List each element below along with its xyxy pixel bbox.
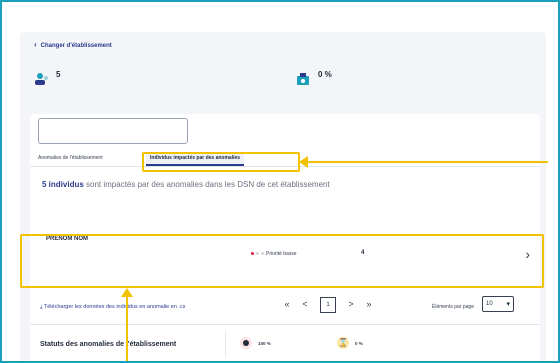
highlight-tab <box>142 152 300 172</box>
stat-percent: 0 % <box>297 70 332 85</box>
annotation-arrow-tab <box>302 161 548 163</box>
hourglass-icon: ⌛ <box>337 337 349 349</box>
screenshot-frame: ‹ Changer d'établissement 5 0 % Anomalies… <box>0 0 560 363</box>
next-page-button[interactable]: > <box>344 296 358 312</box>
last-page-button[interactable]: » <box>362 296 376 312</box>
annotation-arrow-row <box>126 296 128 361</box>
download-link[interactable]: ⤓ Télécharger les données des individus … <box>40 304 185 311</box>
first-page-button[interactable]: « <box>280 296 294 312</box>
summary-text: 5 individus sont impactés par des anomal… <box>42 180 330 189</box>
main-panel: ‹ Changer d'établissement 5 0 % Anomalies… <box>20 32 546 361</box>
arrow-left-icon <box>299 156 308 168</box>
tab-anomalies[interactable]: Anomalies de l'établissement <box>34 152 107 164</box>
back-link[interactable]: ‹ Changer d'établissement <box>34 40 112 49</box>
arrow-up-icon <box>121 288 133 297</box>
stat-individuals: 5 <box>35 70 60 85</box>
per-page-label: Éléments par page <box>432 304 474 310</box>
caret-down-icon: ▾ <box>506 301 510 308</box>
highlight-row <box>20 234 544 288</box>
chevron-left-icon: ‹ <box>34 40 37 49</box>
finance-icon <box>297 73 309 85</box>
page-number[interactable]: 1 <box>320 297 336 313</box>
search-input[interactable] <box>38 118 188 144</box>
prev-page-button[interactable]: < <box>298 296 312 312</box>
per-page-select[interactable]: 10 ▾ <box>482 296 514 312</box>
status-bar: Statuts des anomalies de l'établissement… <box>30 324 540 361</box>
status-todo-icon <box>240 337 252 349</box>
people-icon <box>35 73 48 85</box>
